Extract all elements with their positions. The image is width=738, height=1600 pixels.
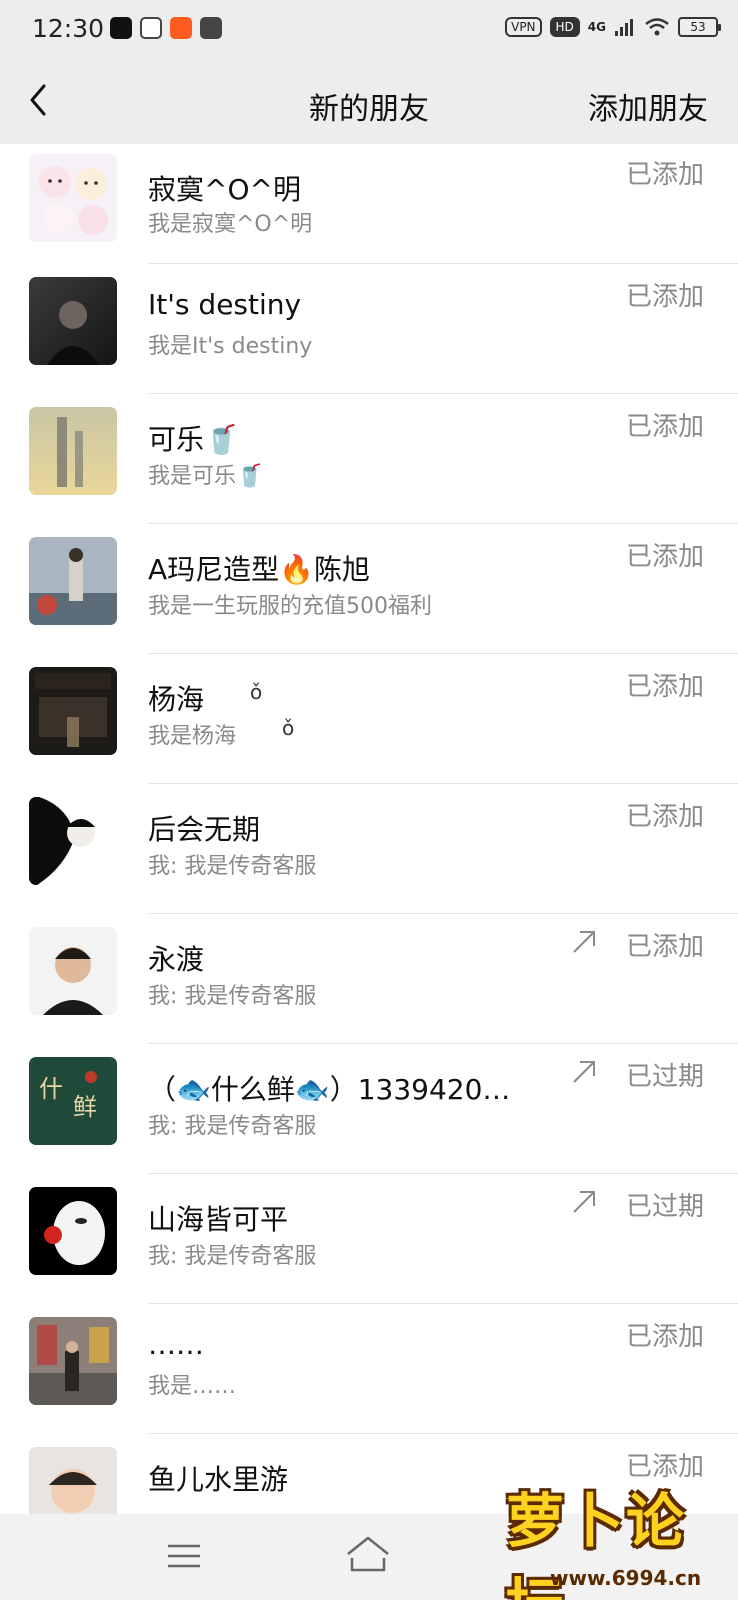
- friend-message: 我是It's destiny: [148, 334, 313, 359]
- avatar: [29, 667, 117, 755]
- forward-arrow-icon: [573, 931, 595, 953]
- request-status: 已过期: [625, 1192, 704, 1222]
- friend-message: 我: 我是传奇客服: [148, 1244, 317, 1269]
- avatar: [29, 154, 117, 242]
- friend-message: 我是一生玩服的充值500福利: [148, 594, 432, 619]
- avatar: [29, 797, 117, 885]
- list-item[interactable]: A玛尼造型🔥陈旭 我是一生玩服的充值500福利 已添加: [0, 524, 738, 654]
- list-item[interactable]: 杨海 我是杨海 已添加 ǒ ǒ: [0, 654, 738, 784]
- menu-icon[interactable]: [166, 1538, 202, 1574]
- list-item[interactable]: …… 我是…… 已添加: [0, 1304, 738, 1434]
- friend-name: （🐟什么鲜🐟）1339420…: [148, 1073, 511, 1106]
- list-item[interactable]: It's destiny 我是It's destiny 已添加: [0, 264, 738, 394]
- friend-message: 我: 我是传奇客服: [148, 1114, 317, 1139]
- avatar: [29, 537, 117, 625]
- svg-text:什: 什: [39, 1075, 63, 1103]
- request-status: 已添加: [625, 282, 704, 312]
- list-item[interactable]: 山海皆可平 我: 我是传奇客服 已过期: [0, 1174, 738, 1304]
- forward-arrow-icon: [573, 1191, 595, 1213]
- svg-text:鲜: 鲜: [73, 1093, 97, 1121]
- friend-message: 我是杨海: [148, 724, 237, 749]
- add-friend-button[interactable]: 添加朋友: [588, 84, 708, 128]
- friend-message: 我: 我是传奇客服: [148, 984, 317, 1009]
- friend-name: 鱼儿水里游: [148, 1463, 289, 1496]
- tiktok-icon: [110, 17, 132, 39]
- friend-name: ……: [148, 1328, 204, 1361]
- hd-badge: HD: [549, 17, 580, 37]
- message-app-icon: [200, 17, 222, 39]
- request-status: 已添加: [625, 412, 704, 442]
- friend-message: 我: 我是传奇客服: [148, 854, 317, 879]
- avatar: [29, 1187, 117, 1275]
- taobao-icon: [170, 17, 192, 39]
- network-type: 4G: [587, 20, 606, 34]
- avatar: [29, 927, 117, 1015]
- vpn-badge: VPN: [505, 17, 542, 37]
- request-status: 已添加: [625, 160, 704, 190]
- request-status: 已添加: [625, 672, 704, 702]
- doodle-icon: ǒ: [250, 680, 263, 704]
- request-status: 已添加: [625, 1322, 704, 1352]
- status-time: 12:30: [32, 14, 105, 43]
- avatar: [29, 407, 117, 495]
- watermark-url: www.6994.cn: [550, 1566, 702, 1590]
- friend-name: 寂寞^O^明: [148, 173, 301, 206]
- avatar: 什 鲜: [29, 1057, 117, 1145]
- avatar: [29, 277, 117, 365]
- request-status: 已添加: [625, 802, 704, 832]
- friend-name: A玛尼造型🔥陈旭: [148, 553, 371, 586]
- home-icon[interactable]: [344, 1534, 392, 1574]
- doodle-icon: ǒ: [282, 716, 295, 740]
- list-item[interactable]: 寂寞^O^明 我是寂寞^O^明 已添加: [0, 144, 738, 264]
- status-indicators: VPN HD 4G 53: [505, 17, 721, 37]
- friend-name: 后会无期: [148, 813, 261, 846]
- friend-name: 山海皆可平: [148, 1203, 289, 1236]
- request-status: 已添加: [625, 542, 704, 572]
- list-item[interactable]: 可乐🥤 我是可乐🥤 已添加: [0, 394, 738, 524]
- friend-name: It's destiny: [148, 288, 302, 321]
- friend-name: 可乐🥤: [148, 423, 239, 456]
- watermark-logo: 萝卜论坛 www.6994.cn: [486, 1470, 726, 1600]
- request-status: 已添加: [625, 932, 704, 962]
- status-bar: 12:30 VPN HD 4G 53: [0, 0, 738, 58]
- friend-message: 我是……: [148, 1374, 237, 1399]
- list-item[interactable]: 后会无期 我: 我是传奇客服 已添加: [0, 784, 738, 914]
- friend-request-list[interactable]: 寂寞^O^明 我是寂寞^O^明 已添加 It's destiny 我是It's …: [0, 144, 738, 1514]
- avatar: [29, 1317, 117, 1405]
- friend-message: 我是寂寞^O^明: [148, 212, 313, 237]
- notification-icons: [110, 17, 222, 39]
- friend-message: 我是可乐🥤: [148, 464, 264, 489]
- wifi-icon: [645, 18, 669, 36]
- request-status: 已过期: [625, 1062, 704, 1092]
- list-item[interactable]: 什 鲜 （🐟什么鲜🐟）1339420… 我: 我是传奇客服 已过期: [0, 1044, 738, 1174]
- friend-name: 永渡: [148, 943, 205, 976]
- friend-name: 杨海: [148, 683, 205, 716]
- nav-bar: 新的朋友 添加朋友: [0, 58, 738, 144]
- forward-arrow-icon: [573, 1061, 595, 1083]
- battery-icon: 53: [678, 17, 721, 37]
- signal-icon: [615, 19, 633, 36]
- list-item[interactable]: 永渡 我: 我是传奇客服 已添加: [0, 914, 738, 1044]
- avatar: [29, 1447, 117, 1514]
- video-app-icon: [140, 17, 162, 39]
